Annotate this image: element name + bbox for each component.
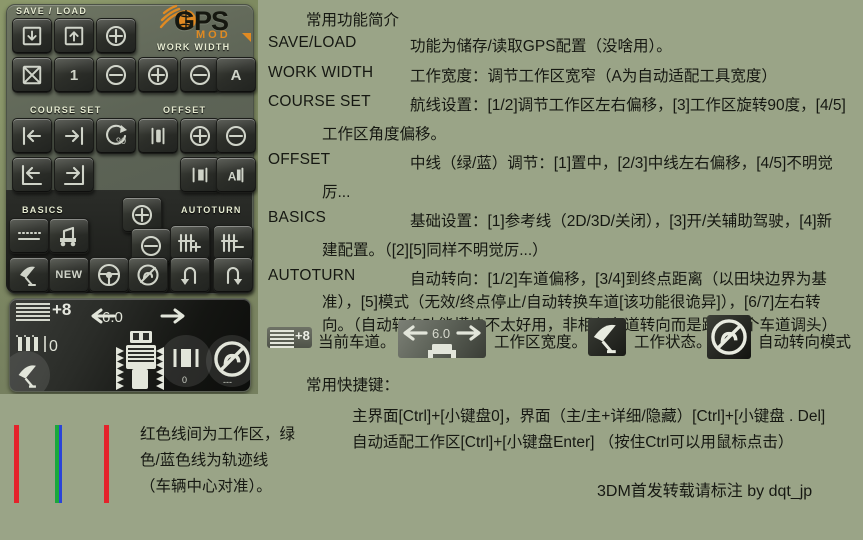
desc-autoturn-2: 准），[5]模式（无效/终点停止/自动转换车道[该功能很诡异]），[6/7]左右… <box>322 294 821 311</box>
gps-mod-logo: GPS MOD <box>156 1 252 47</box>
section-label-work-width: WORK WIDTH <box>157 42 231 52</box>
svg-text:0: 0 <box>49 338 59 355</box>
button-autoturn-turn-right[interactable] <box>213 257 253 293</box>
desc-work-width-1: 工作宽度：调节工作区宽窄（A为自动适配工具宽度） <box>410 68 777 85</box>
button-load-config[interactable] <box>54 18 94 54</box>
button-width-minus[interactable] <box>180 57 220 93</box>
button-basics-gps-toggle[interactable] <box>9 257 49 293</box>
work-width-arrows-icon: 6.0 <box>403 325 481 358</box>
button-width-auto[interactable]: A <box>216 57 256 93</box>
hitch-icon <box>173 349 199 367</box>
section-label-course-set: COURSE SET <box>30 105 102 115</box>
desc-basics-1: 基础设置：[1]参考线（2D/3D/关闭），[3]开/关辅助驾驶，[4]新 <box>410 213 832 230</box>
term-save-load: SAVE/LOAD <box>268 34 357 51</box>
button-width-plus[interactable] <box>138 57 178 93</box>
button-slot-add[interactable] <box>96 18 136 54</box>
work-width-icon: 6.0 <box>398 320 486 358</box>
lane-bars <box>270 330 294 348</box>
instructions-content: 常用功能简介 SAVE/LOAD 功能为储存/读取GPS配置（没啥用）。 WOR… <box>262 0 863 540</box>
svg-text:A: A <box>228 170 237 184</box>
button-course-shift-right[interactable] <box>54 118 94 154</box>
button-offset-left-right[interactable] <box>180 157 220 193</box>
button-course-rotate-90[interactable]: 90 <box>96 118 136 154</box>
legend-line-red-right <box>104 425 109 503</box>
desc-save-load-1: 功能为储存/读取GPS配置（没啥用）。 <box>410 38 672 55</box>
svg-text:90: 90 <box>116 136 126 146</box>
legend-label-work-width: 工作区宽度。 <box>494 334 588 351</box>
credit-text: 3DM首发转载请标注 by dqt_jp <box>597 483 813 500</box>
section-label-offset: OFFSET <box>163 105 207 115</box>
button-basics-tool-config[interactable] <box>49 218 89 254</box>
legend-label-work-status: 工作状态。 <box>634 334 712 351</box>
legend-text-2: 色/蓝色线为轨迹线 <box>140 452 269 469</box>
legend-label-current-lane: 当前车道。 <box>318 334 396 351</box>
button-basics-new-config[interactable]: NEW <box>49 257 89 293</box>
legend-text-1: 红色线间为工作区，绿 <box>140 426 296 443</box>
basics-new-label: NEW <box>55 269 83 281</box>
term-course-set: COURSE SET <box>268 93 371 110</box>
section-label-basics: BASICS <box>22 205 64 215</box>
satellite-icon <box>18 365 36 388</box>
button-basics-assisted-steering[interactable] <box>89 257 129 293</box>
width-auto-label: A <box>230 66 242 84</box>
desc-offset-2: 厉... <box>322 184 351 201</box>
autoturn-off-icon <box>711 319 747 355</box>
button-course-snap-left[interactable] <box>12 157 52 193</box>
button-course-shift-left[interactable] <box>12 118 52 154</box>
term-basics: BASICS <box>268 209 327 226</box>
button-delete-config[interactable] <box>12 57 52 93</box>
page-title: 常用功能简介 <box>306 12 400 29</box>
satellite-icon <box>593 324 616 354</box>
button-offset-minus[interactable] <box>216 118 256 154</box>
term-offset: OFFSET <box>268 151 331 168</box>
button-autoturn-lane-minus[interactable] <box>213 225 253 261</box>
button-offset-auto[interactable]: A <box>216 157 256 193</box>
button-autoturn-off[interactable] <box>128 257 168 293</box>
line-color-legend: 红色线间为工作区，绿 色/蓝色线为轨迹线 （车辆中心对准）。 <box>0 400 295 540</box>
autoturn-value: --- <box>223 377 232 387</box>
button-offset-plus[interactable] <box>180 118 220 154</box>
lane-value: +8 <box>52 300 72 319</box>
shortcuts-heading: 常用快捷键： <box>306 377 400 394</box>
term-work-width: WORK WIDTH <box>268 64 374 81</box>
shortcut-line-1: 主界面[Ctrl]+[小键盘0]，界面（主/主+详细/隐藏）[Ctrl]+[小键… <box>352 408 826 425</box>
shortcut-line-2: 自动适配工作区[Ctrl]+[小键盘Enter] （按住Ctrl可以用鼠标点击） <box>352 434 794 451</box>
desc-offset-1: 中线（绿/蓝）调节：[1]置中，[2/3]中线左右偏移，[4/5]不明觉 <box>410 155 833 172</box>
legend-label-autoturn-mode: 自动转向模式 <box>758 334 852 351</box>
slot-number-label: 1 <box>69 66 79 84</box>
gps-mod-panel: GPS MOD SAVE / LOAD 1 WORK WIDTH A COURS… <box>0 0 258 394</box>
gps-status-display: +8 0 6.0 0 --- <box>9 298 251 392</box>
button-autoturn-turn-left[interactable] <box>170 257 210 293</box>
lane-indicator-icon: +8 <box>267 327 312 348</box>
desc-autoturn-1: 自动转向：[1/2]车道偏移，[3/4]到终点距离（以田块边界为基 <box>410 271 827 288</box>
work-width-value: 6.0 <box>102 309 123 326</box>
term-autoturn: AUTOTURN <box>268 267 356 284</box>
button-autoturn-lane-plus[interactable] <box>170 225 210 261</box>
button-slot-number[interactable]: 1 <box>54 57 94 93</box>
button-slot-remove[interactable] <box>96 57 136 93</box>
button-course-snap-right[interactable] <box>54 157 94 193</box>
lane-indicator-icon <box>16 303 50 321</box>
legend-line-red-left <box>14 425 19 503</box>
legend-line-blue <box>59 425 62 503</box>
desc-course-set-1: 航线设置：[1/2]调节工作区左右偏移，[3]工作区旋转90度，[4/5] <box>410 97 846 114</box>
hitch-value: 0 <box>182 375 188 385</box>
logo-mod-text: MOD <box>196 29 231 41</box>
work-width-legend-value: 6.0 <box>432 326 450 341</box>
lane-legend-value: +8 <box>295 328 310 343</box>
button-basics-reference-line[interactable] <box>9 218 49 254</box>
section-label-autoturn: AUTOTURN <box>181 205 242 215</box>
button-offset-center[interactable] <box>138 118 178 154</box>
desc-basics-2: 建配置。（[2][5]同样不明觉厉...） <box>322 242 548 259</box>
desc-course-set-2: 工作区角度偏移。 <box>322 126 447 143</box>
autoturn-mode-icon <box>707 315 751 359</box>
gps-status-icon <box>588 318 626 356</box>
button-save-config[interactable] <box>12 18 52 54</box>
autoturn-off-icon <box>214 341 250 377</box>
section-label-save-load: SAVE / LOAD <box>16 6 88 16</box>
legend-text-3: （车辆中心对准）。 <box>140 478 272 495</box>
